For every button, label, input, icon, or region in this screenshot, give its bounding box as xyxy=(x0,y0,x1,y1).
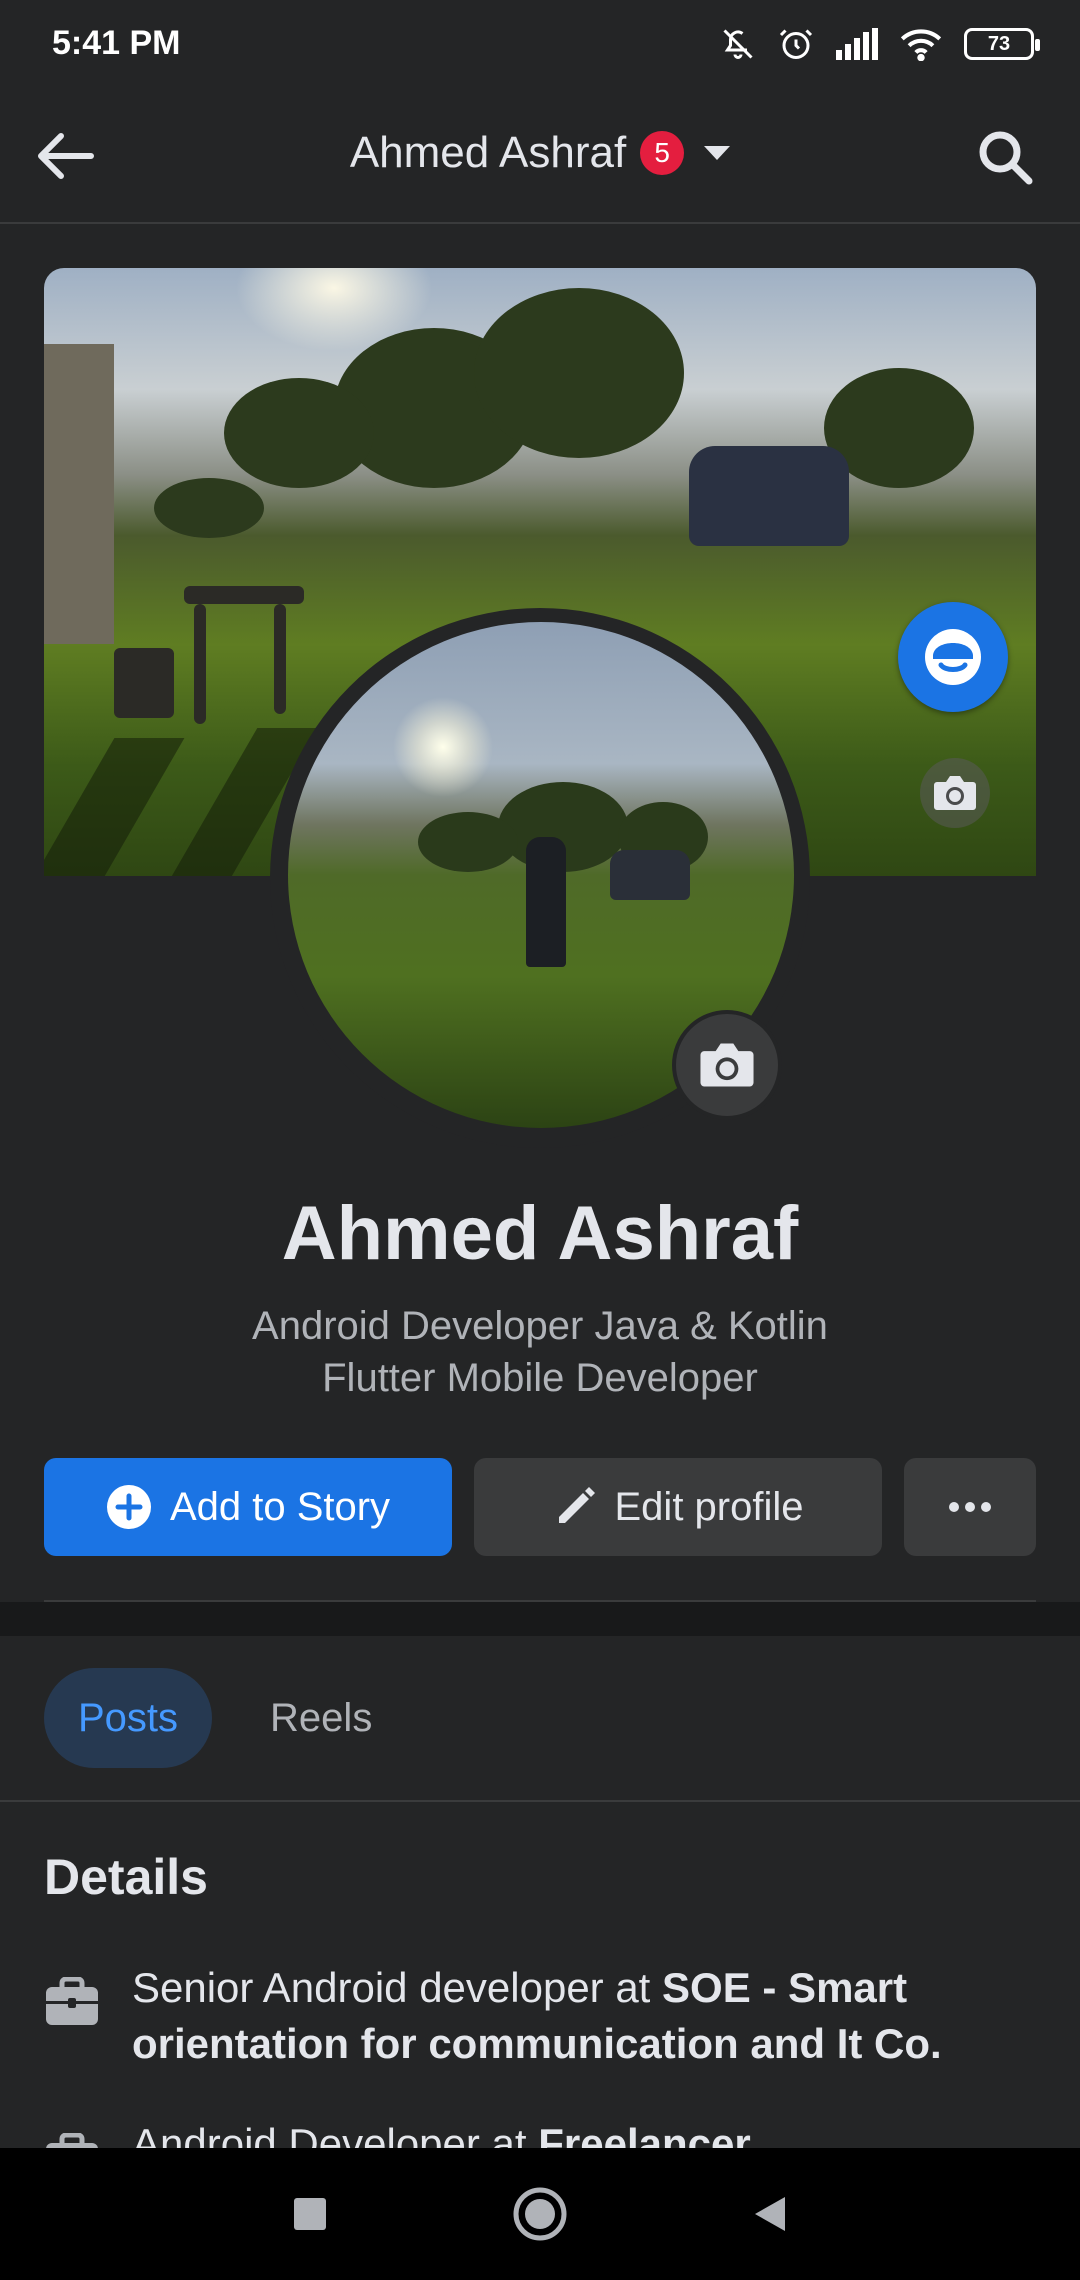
pencil-icon xyxy=(558,1487,595,1523)
home-button[interactable] xyxy=(505,2179,575,2249)
messenger-button[interactable] xyxy=(898,602,1008,712)
profile-tabs: Posts Reels xyxy=(44,1668,406,1768)
divider xyxy=(0,1800,1080,1802)
mute-icon xyxy=(720,26,756,62)
wifi-icon xyxy=(900,27,942,61)
profile-bio: Android Developer Java & Kotlin Flutter … xyxy=(0,1300,1080,1404)
profile-header: Ahmed Ashraf 5 xyxy=(0,88,1080,224)
profile-actions: Add to Story Edit profile xyxy=(44,1458,1036,1556)
add-to-story-button[interactable]: Add to Story xyxy=(44,1458,452,1556)
tab-posts[interactable]: Posts xyxy=(44,1668,213,1768)
camera-icon xyxy=(700,1043,754,1087)
more-options-button[interactable] xyxy=(904,1458,1036,1556)
tab-reels[interactable]: Reels xyxy=(236,1668,406,1768)
cover-camera-button[interactable] xyxy=(920,758,990,828)
add-to-story-label: Add to Story xyxy=(169,1484,391,1529)
system-nav-bar xyxy=(0,2148,1080,2280)
square-icon xyxy=(294,2198,326,2230)
battery-icon: 73 xyxy=(964,28,1040,60)
camera-icon xyxy=(934,776,976,810)
triangle-back-icon xyxy=(755,2197,785,2231)
section-separator xyxy=(0,1602,1080,1636)
messenger-avatar-icon xyxy=(925,629,981,685)
briefcase-icon xyxy=(44,1974,100,2030)
back-nav-button[interactable] xyxy=(735,2179,805,2249)
plus-circle-icon xyxy=(106,1485,151,1529)
bio-line-2: Flutter Mobile Developer xyxy=(322,1356,758,1400)
alarm-icon xyxy=(778,26,814,62)
detail-text: Senior Android developer at SOE - Smart … xyxy=(132,1964,942,2067)
notification-badge: 5 xyxy=(640,131,685,175)
signal-icon xyxy=(836,28,878,60)
chevron-down-icon xyxy=(704,146,731,160)
detail-item-work[interactable]: Senior Android developer at SOE - Smart … xyxy=(44,1960,1036,2072)
search-icon xyxy=(979,131,1033,185)
circle-icon xyxy=(513,2187,567,2241)
profile-camera-button[interactable] xyxy=(672,1010,782,1120)
bio-line-1: Android Developer Java & Kotlin xyxy=(252,1304,828,1348)
search-button[interactable] xyxy=(970,122,1040,192)
edit-profile-button[interactable]: Edit profile xyxy=(474,1458,882,1556)
details-heading: Details xyxy=(44,1849,208,1905)
header-title: Ahmed Ashraf xyxy=(349,128,627,177)
recents-button[interactable] xyxy=(275,2179,345,2249)
status-bar: 5:41 PM 73 xyxy=(0,0,1080,88)
status-time: 5:41 PM xyxy=(52,24,181,62)
profile-switcher[interactable]: Ahmed Ashraf 5 xyxy=(0,128,1080,178)
status-icons: 73 xyxy=(720,24,1040,64)
edit-profile-label: Edit profile xyxy=(614,1484,804,1529)
profile-name: Ahmed Ashraf xyxy=(281,1191,799,1276)
more-dots-icon xyxy=(949,1502,991,1512)
